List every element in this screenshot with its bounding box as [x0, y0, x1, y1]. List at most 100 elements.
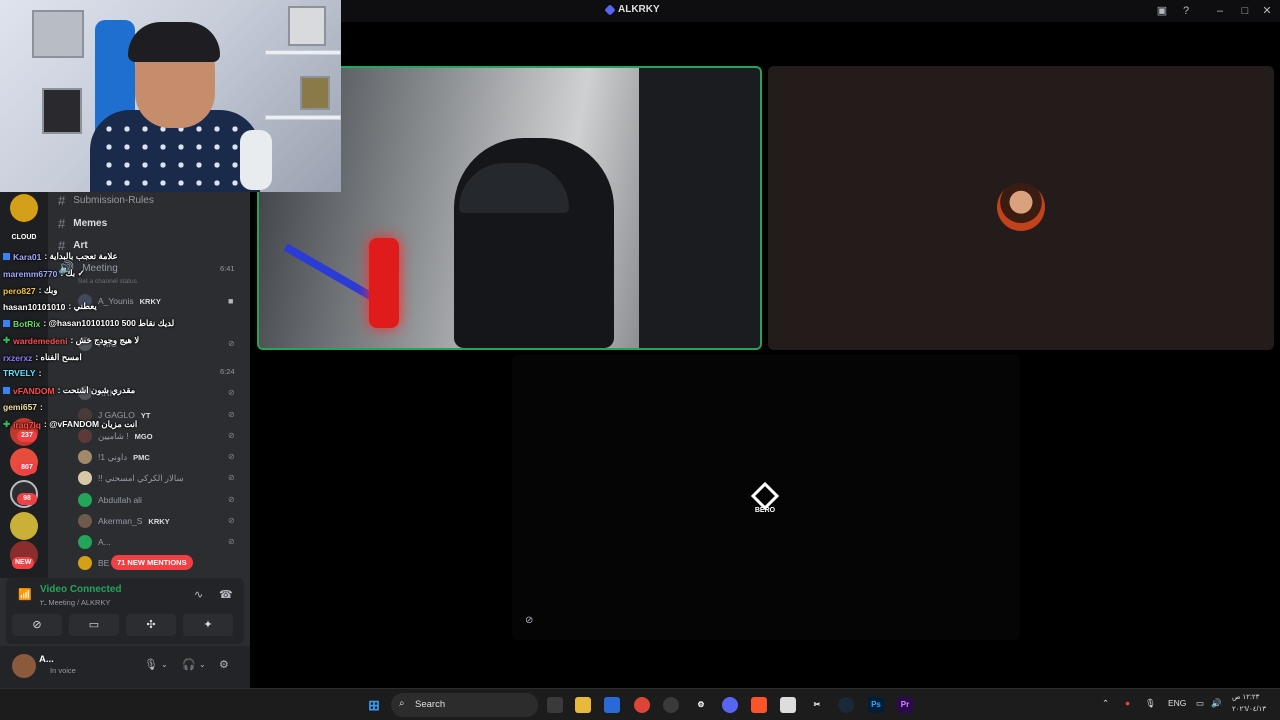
- avatar: [78, 535, 92, 549]
- voice-connection-panel: 📶 Video Connected ـ٢ Meeting / ALKRKY ∿ …: [6, 578, 244, 644]
- avatar: [78, 556, 92, 570]
- meeting-timer-2: 6:24: [220, 367, 235, 376]
- microphone-icon[interactable]: 🎙: [144, 658, 158, 671]
- gear-icon[interactable]: ⚙: [219, 658, 229, 671]
- store-icon[interactable]: [604, 697, 620, 713]
- avatar: [78, 514, 92, 528]
- avatar: [78, 471, 92, 485]
- avatar: [78, 429, 92, 443]
- chat-line: Kara01: علامة تعجب بالبداية: [3, 251, 118, 262]
- muted-icon: ⊘: [228, 339, 235, 348]
- chevron-up-icon[interactable]: ⌃: [1102, 698, 1109, 709]
- red-microphone: [369, 238, 399, 328]
- muted-icon: ⊘: [228, 431, 235, 440]
- photoshop-icon[interactable]: Ps: [868, 697, 884, 713]
- voice-user[interactable]: Akerman_S KRKY: [78, 511, 170, 531]
- participant-avatar: [997, 183, 1045, 231]
- server-badge: 98: [17, 493, 37, 505]
- avatar[interactable]: [12, 654, 36, 678]
- start-icon[interactable]: ⊞: [366, 697, 382, 713]
- webcam-overlay: [0, 0, 341, 192]
- camera-off-button[interactable]: ⊘: [12, 614, 62, 636]
- task-view-icon[interactable]: [547, 697, 563, 713]
- server-icon-cloud[interactable]: CLOUD: [10, 224, 38, 252]
- plaque: [288, 6, 326, 46]
- muted-icon: ⊘: [228, 473, 235, 482]
- clock-time[interactable]: ١٢:٢٣ ص: [1232, 693, 1259, 701]
- activities-button[interactable]: ✣: [126, 614, 176, 636]
- volume-icon[interactable]: 🔊: [1211, 698, 1222, 709]
- video-camera-icon: ■: [228, 296, 234, 306]
- close-icon[interactable]: ✕: [1259, 3, 1275, 19]
- discord-icon[interactable]: [722, 697, 738, 713]
- user-name: A...: [39, 654, 54, 665]
- server-icon-5[interactable]: [10, 512, 38, 540]
- streamer-headband: [128, 22, 220, 62]
- brave-icon[interactable]: [751, 697, 767, 713]
- noise-suppression-icon[interactable]: ∿: [194, 588, 203, 601]
- chat-line: pero827: وبك: [3, 285, 58, 296]
- mic-arm: [283, 243, 375, 301]
- capcut-icon[interactable]: ✂: [809, 697, 825, 713]
- help-icon[interactable]: ?: [1178, 3, 1194, 19]
- search-box[interactable]: ⌕ Search: [391, 693, 538, 717]
- no-video-icon: ⊘: [525, 615, 534, 626]
- maximize-icon[interactable]: □: [1237, 3, 1253, 19]
- muted-icon: ⊘: [228, 452, 235, 461]
- channel-submission-rules[interactable]: # Submission-Rules: [58, 190, 154, 210]
- voice-user[interactable]: Abdullah ali: [78, 490, 142, 510]
- voice-user[interactable]: !1 داوني PMC: [78, 447, 150, 467]
- chat-line: rxzerxz: امسح الفناه: [3, 352, 82, 363]
- chevron-down-icon[interactable]: ⌄: [161, 660, 168, 669]
- language-indicator[interactable]: ENG: [1168, 698, 1186, 708]
- steam-small-icon[interactable]: ⚙: [693, 697, 709, 713]
- plus-icon: ✚: [3, 335, 11, 345]
- voice-user[interactable]: A...: [78, 532, 111, 552]
- tray-app-icon[interactable]: ●: [1125, 698, 1130, 708]
- screen-share-icon[interactable]: ▣: [1154, 3, 1170, 19]
- soundboard-button[interactable]: ✦: [183, 614, 233, 636]
- new-mentions-pill[interactable]: 71 NEW MENTIONS: [111, 555, 193, 570]
- app-logo-icon: [604, 4, 616, 16]
- gold-plaque: [300, 76, 330, 110]
- clock-date[interactable]: ٢٠٢٦/٠٤/١٣: [1232, 705, 1266, 713]
- badge-icon: [3, 320, 10, 327]
- chat-line: ✚ wardemedeni: لا هيج وجودج خش: [3, 335, 140, 346]
- taskbar: ⊞ ⌕ Search ⚙ ✂ Ps Pr ⌃ ● 🎙 ENG ▭ 🔊 ١٢:٢٣…: [0, 688, 1280, 720]
- display-icon[interactable]: ▭: [1196, 698, 1204, 709]
- screen-share-button[interactable]: ▭: [69, 614, 119, 636]
- microphone-icon[interactable]: 🎙: [1145, 698, 1156, 709]
- chat-line: vFANDOM: مقدري شون اشتحت: [3, 385, 135, 396]
- chevron-down-icon[interactable]: ⌄: [199, 660, 206, 669]
- steam-icon[interactable]: [838, 697, 854, 713]
- avatar: [78, 450, 92, 464]
- channel-status-input[interactable]: Set a channel status: [78, 278, 137, 285]
- white-microphone: [240, 130, 272, 190]
- minimize-icon[interactable]: –: [1212, 3, 1228, 19]
- new-badge: NEW: [12, 557, 35, 569]
- voice-user[interactable]: BE: [78, 553, 109, 573]
- youtube-plaque: [32, 10, 84, 58]
- badge-icon: [3, 387, 10, 394]
- muted-icon: ⊘: [228, 495, 235, 504]
- headphones-icon[interactable]: 🎧: [182, 658, 196, 671]
- chrome-icon[interactable]: [634, 697, 650, 713]
- voice-user[interactable]: !! سالار الكركي امسحني: [78, 468, 184, 488]
- meeting-timer: 6:41: [220, 264, 235, 273]
- app-icon[interactable]: [663, 697, 679, 713]
- muted-icon: ⊘: [228, 516, 235, 525]
- hash-icon: #: [58, 192, 66, 208]
- premiere-icon[interactable]: Pr: [897, 697, 913, 713]
- server-icon-gold[interactable]: [10, 194, 38, 222]
- disconnect-icon[interactable]: ☎: [219, 588, 233, 601]
- chat-line: gemi657:: [3, 402, 43, 412]
- voice-location[interactable]: ـ٢ Meeting / ALKRKY: [40, 598, 110, 607]
- server-badge: 807: [17, 462, 37, 474]
- badge-icon: [3, 253, 10, 260]
- hash-icon: #: [58, 215, 66, 231]
- channel-memes[interactable]: # Memes: [58, 213, 107, 233]
- plus-icon: ✚: [3, 419, 11, 429]
- user-panel: A... In voice 🎙 ⌄ 🎧 ⌄ ⚙: [0, 646, 250, 688]
- notepad-icon[interactable]: [780, 697, 796, 713]
- file-explorer-icon[interactable]: [575, 697, 591, 713]
